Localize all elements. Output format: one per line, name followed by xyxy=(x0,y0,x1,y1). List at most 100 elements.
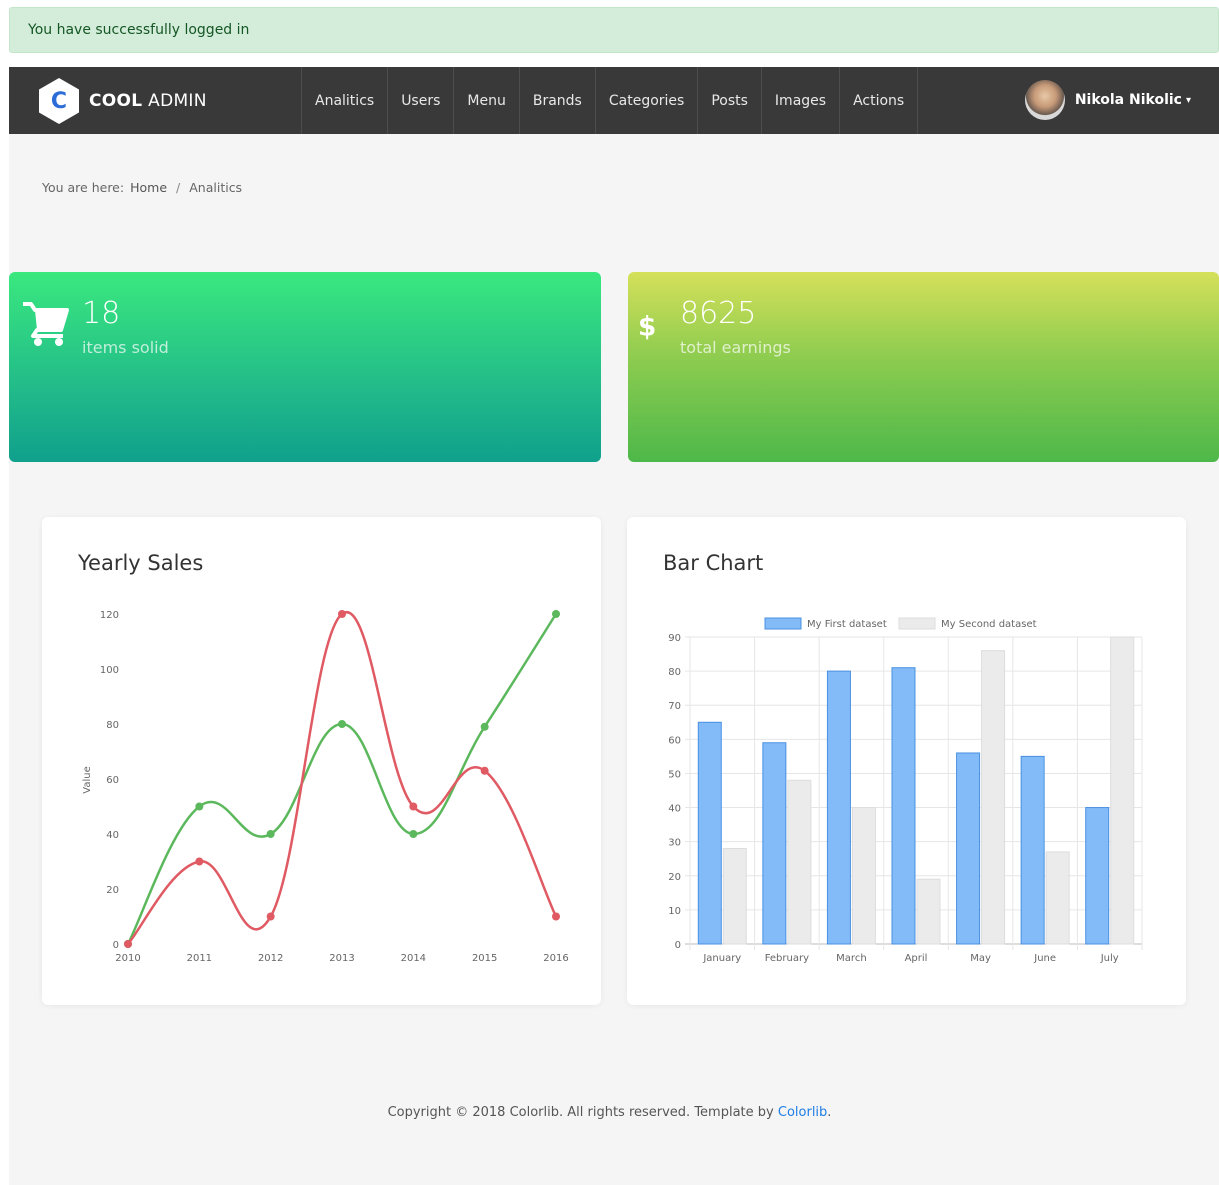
data-point xyxy=(338,720,346,728)
bar xyxy=(1020,755,1045,945)
bar xyxy=(762,742,787,945)
footer: Copyright © 2018 Colorlib. All rights re… xyxy=(0,1105,1219,1120)
footer-text: Copyright © 2018 Colorlib. All rights re… xyxy=(387,1105,774,1120)
logo-letter: C xyxy=(50,88,68,114)
yearly-sales-card: Yearly Sales 0 20 40 60 80 100 120 2010 2011 2012… xyxy=(42,517,601,1005)
y-tick-label: 20 xyxy=(668,872,681,883)
x-tick-label: 2012 xyxy=(258,953,283,964)
x-tick-label: February xyxy=(765,953,809,964)
y-tick-label: 70 xyxy=(668,701,681,712)
data-point xyxy=(552,912,560,921)
breadcrumb-separator: / xyxy=(176,180,181,195)
y-tick-label: 40 xyxy=(106,830,119,841)
stat-value: 18 xyxy=(82,296,121,331)
bar xyxy=(1085,807,1110,945)
x-tick-label: May xyxy=(970,953,991,964)
bar xyxy=(851,807,876,945)
footer-end: . xyxy=(827,1105,832,1120)
brand-name-bold: COOL xyxy=(89,91,143,111)
stat-card-items: 18 items solid xyxy=(9,272,601,462)
logo-hex-icon: C xyxy=(39,78,79,124)
dollar-icon: $ xyxy=(638,312,656,342)
chevron-down-icon: ▾ xyxy=(1185,94,1191,106)
legend-swatch xyxy=(898,617,936,630)
top-navbar: C COOL ADMIN Analitics Users Menu Brands… xyxy=(9,67,1219,134)
x-tick-label: 2011 xyxy=(187,953,212,964)
nav-item-images[interactable]: Images xyxy=(760,67,839,134)
x-tick-label: 2015 xyxy=(472,953,497,964)
nav-item-brands[interactable]: Brands xyxy=(518,67,595,134)
y-tick-label: 40 xyxy=(668,804,681,815)
data-point xyxy=(266,912,275,921)
bar xyxy=(981,650,1006,945)
success-alert: You have successfully logged in xyxy=(9,7,1219,53)
bar xyxy=(697,721,722,945)
bar xyxy=(1045,851,1070,945)
data-point xyxy=(124,940,132,948)
data-point xyxy=(195,857,204,866)
bar xyxy=(956,752,981,945)
bar xyxy=(826,670,851,945)
y-axis-label: Value xyxy=(82,766,93,793)
y-tick-label: 30 xyxy=(668,838,681,849)
data-point xyxy=(409,830,418,838)
data-point xyxy=(338,610,346,618)
data-point xyxy=(552,610,560,618)
bar xyxy=(1110,636,1135,945)
user-menu[interactable]: Nikola Nikolic ▾ xyxy=(1024,80,1191,120)
x-tick-label: 2016 xyxy=(543,953,568,964)
brand-name: COOL ADMIN xyxy=(89,91,207,111)
brand-logo[interactable]: C COOL ADMIN xyxy=(39,78,207,124)
footer-link[interactable]: Colorlib xyxy=(778,1105,827,1120)
legend-label: My First dataset xyxy=(807,619,887,630)
bar-chart: 0 10 20 30 40 50 60 70 80 90 January February March A… xyxy=(668,617,1143,964)
data-point xyxy=(480,722,489,731)
data-point xyxy=(195,802,204,811)
bar xyxy=(891,667,916,945)
y-tick-label: 0 xyxy=(675,940,681,951)
x-tick-label: July xyxy=(1100,953,1119,964)
y-tick-label: 100 xyxy=(100,665,119,676)
y-tick-label: 60 xyxy=(668,735,681,746)
nav-item-menu[interactable]: Menu xyxy=(453,67,518,134)
x-tick-label: April xyxy=(905,953,928,964)
svg-text:$: $ xyxy=(638,312,656,342)
nav-item-users[interactable]: Users xyxy=(387,67,453,134)
bar xyxy=(916,878,941,945)
legend-label: My Second dataset xyxy=(941,619,1037,630)
stat-label: total earnings xyxy=(680,338,791,357)
nav-item-posts[interactable]: Posts xyxy=(697,67,761,134)
x-tick-label: January xyxy=(702,953,741,964)
series-line xyxy=(127,610,558,945)
main-nav: Analitics Users Menu Brands Categories P… xyxy=(301,67,919,134)
breadcrumb: You are here: Home / Analitics xyxy=(42,180,242,195)
nav-item-actions[interactable]: Actions xyxy=(839,67,919,134)
alert-message: You have successfully logged in xyxy=(28,22,250,38)
x-tick-label: 2010 xyxy=(115,953,140,964)
breadcrumb-current: Analitics xyxy=(189,180,243,195)
nav-item-analitics[interactable]: Analitics xyxy=(301,67,387,134)
y-tick-label: 20 xyxy=(106,885,119,896)
y-tick-label: 80 xyxy=(106,720,119,731)
y-tick-label: 0 xyxy=(113,940,119,951)
brand-name-regular: ADMIN xyxy=(148,91,207,111)
avatar xyxy=(1024,80,1065,120)
stat-card-earnings: $ 8625 total earnings xyxy=(628,272,1219,462)
y-tick-label: 10 xyxy=(668,906,681,917)
bar-chart-card: Bar Chart 0 10 20 30 40 50 60 70 80 90 January Febr… xyxy=(627,517,1186,1005)
x-tick-label: June xyxy=(1033,953,1056,964)
x-tick-label: 2013 xyxy=(329,953,354,964)
yearly-sales-chart: 0 20 40 60 80 100 120 2010 2011 2012 2013 2014 2015 2… xyxy=(82,610,569,964)
bar xyxy=(722,847,747,945)
cart-icon xyxy=(23,302,69,346)
data-point xyxy=(480,766,489,775)
x-tick-label: 2014 xyxy=(401,953,426,964)
nav-item-categories[interactable]: Categories xyxy=(594,67,697,134)
legend-swatch xyxy=(764,617,802,630)
data-point xyxy=(409,802,418,811)
y-tick-label: 80 xyxy=(668,667,681,678)
breadcrumb-home[interactable]: Home xyxy=(130,180,167,195)
bar xyxy=(787,779,812,945)
stat-value: 8625 xyxy=(680,296,757,331)
user-name: Nikola Nikolic xyxy=(1074,92,1182,108)
